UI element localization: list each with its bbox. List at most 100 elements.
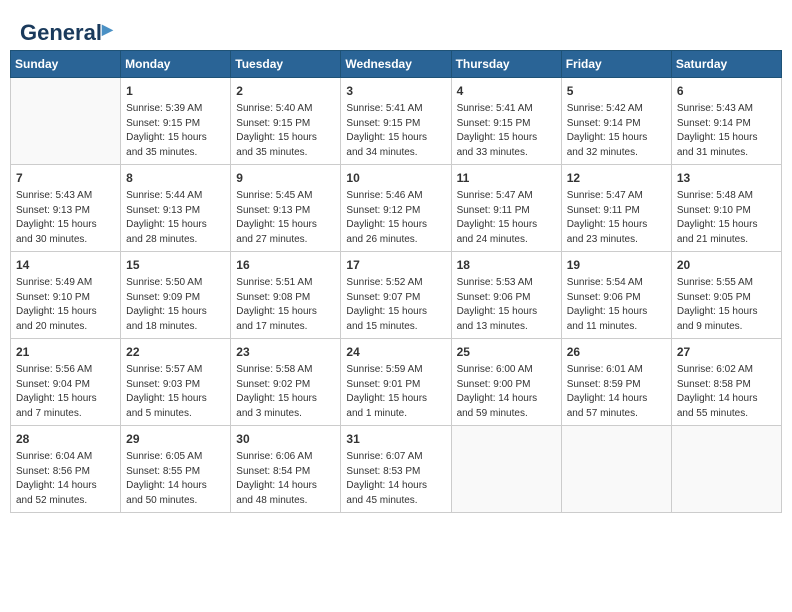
sunrise-text: Sunrise: 5:43 AM	[677, 102, 776, 117]
sunset-text: Sunset: 8:54 PM	[236, 465, 335, 480]
week-row-1: 1Sunrise: 5:39 AMSunset: 9:15 PMDaylight…	[11, 78, 782, 165]
day-number: 14	[16, 256, 115, 274]
sunset-text: Sunset: 8:56 PM	[16, 465, 115, 480]
day-number: 2	[236, 82, 335, 100]
sunset-text: Sunset: 8:58 PM	[677, 378, 776, 393]
header-tuesday: Tuesday	[231, 51, 341, 78]
sunrise-text: Sunrise: 5:42 AM	[567, 102, 666, 117]
sunset-text: Sunset: 9:06 PM	[567, 291, 666, 306]
sunset-text: Sunset: 8:53 PM	[346, 465, 445, 480]
day-number: 13	[677, 169, 776, 187]
daylight-text: Daylight: 14 hours and 55 minutes.	[677, 392, 776, 421]
daylight-text: Daylight: 15 hours and 1 minute.	[346, 392, 445, 421]
sunrise-text: Sunrise: 6:06 AM	[236, 450, 335, 465]
day-info: Sunrise: 5:43 AMSunset: 9:14 PMDaylight:…	[677, 102, 776, 160]
sunrise-text: Sunrise: 6:07 AM	[346, 450, 445, 465]
logo: General▶	[20, 20, 113, 42]
sunset-text: Sunset: 9:15 PM	[457, 117, 556, 132]
days-header-row: SundayMondayTuesdayWednesdayThursdayFrid…	[11, 51, 782, 78]
sunrise-text: Sunrise: 5:52 AM	[346, 276, 445, 291]
day-info: Sunrise: 5:49 AMSunset: 9:10 PMDaylight:…	[16, 276, 115, 334]
header-monday: Monday	[121, 51, 231, 78]
day-info: Sunrise: 6:02 AMSunset: 8:58 PMDaylight:…	[677, 363, 776, 421]
day-cell: 31 Sunrise: 6:07 AMSunset: 8:53 PMDayligh…	[341, 426, 451, 513]
daylight-text: Daylight: 15 hours and 32 minutes.	[567, 131, 666, 160]
sunrise-text: Sunrise: 5:46 AM	[346, 189, 445, 204]
day-info: Sunrise: 5:44 AMSunset: 9:13 PMDaylight:…	[126, 189, 225, 247]
daylight-text: Daylight: 15 hours and 34 minutes.	[346, 131, 445, 160]
day-cell: 7 Sunrise: 5:43 AMSunset: 9:13 PMDaylight…	[11, 165, 121, 252]
daylight-text: Daylight: 15 hours and 5 minutes.	[126, 392, 225, 421]
sunset-text: Sunset: 9:13 PM	[16, 204, 115, 219]
day-number: 5	[567, 82, 666, 100]
sunset-text: Sunset: 9:10 PM	[16, 291, 115, 306]
day-cell: 16 Sunrise: 5:51 AMSunset: 9:08 PMDayligh…	[231, 252, 341, 339]
sunset-text: Sunset: 9:12 PM	[346, 204, 445, 219]
day-number: 17	[346, 256, 445, 274]
day-info: Sunrise: 5:51 AMSunset: 9:08 PMDaylight:…	[236, 276, 335, 334]
day-cell: 29Sunrise: 6:05 AMSunset: 8:55 PMDayligh…	[121, 426, 231, 513]
day-cell	[451, 426, 561, 513]
day-info: Sunrise: 5:55 AMSunset: 9:05 PMDaylight:…	[677, 276, 776, 334]
daylight-text: Daylight: 15 hours and 33 minutes.	[457, 131, 556, 160]
day-number: 10	[346, 169, 445, 187]
day-number: 8	[126, 169, 225, 187]
daylight-text: Daylight: 14 hours and 59 minutes.	[457, 392, 556, 421]
daylight-text: Daylight: 14 hours and 52 minutes.	[16, 479, 115, 508]
day-cell: 5 Sunrise: 5:42 AMSunset: 9:14 PMDaylight…	[561, 78, 671, 165]
page-header: General▶	[10, 10, 782, 50]
day-number: 7	[16, 169, 115, 187]
daylight-text: Daylight: 15 hours and 15 minutes.	[346, 305, 445, 334]
day-number: 24	[346, 343, 445, 361]
day-info: Sunrise: 5:54 AMSunset: 9:06 PMDaylight:…	[567, 276, 666, 334]
day-info: Sunrise: 6:04 AMSunset: 8:56 PMDaylight:…	[16, 450, 115, 508]
day-info: Sunrise: 5:42 AMSunset: 9:14 PMDaylight:…	[567, 102, 666, 160]
sunrise-text: Sunrise: 5:55 AM	[677, 276, 776, 291]
day-number: 28	[16, 430, 115, 448]
day-cell: 23Sunrise: 5:58 AMSunset: 9:02 PMDayligh…	[231, 339, 341, 426]
day-cell: 9Sunrise: 5:45 AMSunset: 9:13 PMDaylight…	[231, 165, 341, 252]
daylight-text: Daylight: 15 hours and 3 minutes.	[236, 392, 335, 421]
day-cell	[561, 426, 671, 513]
daylight-text: Daylight: 15 hours and 27 minutes.	[236, 218, 335, 247]
sunset-text: Sunset: 8:55 PM	[126, 465, 225, 480]
logo-text: General▶	[20, 20, 113, 46]
day-cell: 22Sunrise: 5:57 AMSunset: 9:03 PMDayligh…	[121, 339, 231, 426]
sunrise-text: Sunrise: 5:45 AM	[236, 189, 335, 204]
day-cell: 1Sunrise: 5:39 AMSunset: 9:15 PMDaylight…	[121, 78, 231, 165]
sunset-text: Sunset: 9:10 PM	[677, 204, 776, 219]
day-number: 23	[236, 343, 335, 361]
day-cell: 11Sunrise: 5:47 AMSunset: 9:11 PMDayligh…	[451, 165, 561, 252]
sunrise-text: Sunrise: 5:47 AM	[567, 189, 666, 204]
sunrise-text: Sunrise: 6:00 AM	[457, 363, 556, 378]
day-number: 16	[236, 256, 335, 274]
sunset-text: Sunset: 8:59 PM	[567, 378, 666, 393]
day-cell: 25Sunrise: 6:00 AMSunset: 9:00 PMDayligh…	[451, 339, 561, 426]
day-info: Sunrise: 5:43 AMSunset: 9:13 PMDaylight:…	[16, 189, 115, 247]
day-number: 30	[236, 430, 335, 448]
daylight-text: Daylight: 14 hours and 57 minutes.	[567, 392, 666, 421]
day-info: Sunrise: 5:41 AMSunset: 9:15 PMDaylight:…	[457, 102, 556, 160]
day-info: Sunrise: 5:46 AMSunset: 9:12 PMDaylight:…	[346, 189, 445, 247]
sunset-text: Sunset: 9:08 PM	[236, 291, 335, 306]
sunrise-text: Sunrise: 5:47 AM	[457, 189, 556, 204]
sunset-text: Sunset: 9:03 PM	[126, 378, 225, 393]
sunset-text: Sunset: 9:13 PM	[236, 204, 335, 219]
sunrise-text: Sunrise: 5:41 AM	[457, 102, 556, 117]
sunrise-text: Sunrise: 6:02 AM	[677, 363, 776, 378]
day-info: Sunrise: 5:50 AMSunset: 9:09 PMDaylight:…	[126, 276, 225, 334]
day-number: 31	[346, 430, 445, 448]
sunrise-text: Sunrise: 6:05 AM	[126, 450, 225, 465]
day-info: Sunrise: 5:59 AMSunset: 9:01 PMDaylight:…	[346, 363, 445, 421]
day-info: Sunrise: 6:07 AMSunset: 8:53 PMDaylight:…	[346, 450, 445, 508]
day-info: Sunrise: 5:41 AMSunset: 9:15 PMDaylight:…	[346, 102, 445, 160]
day-number: 27	[677, 343, 776, 361]
sunrise-text: Sunrise: 5:53 AM	[457, 276, 556, 291]
sunrise-text: Sunrise: 5:57 AM	[126, 363, 225, 378]
day-info: Sunrise: 6:00 AMSunset: 9:00 PMDaylight:…	[457, 363, 556, 421]
sunset-text: Sunset: 9:00 PM	[457, 378, 556, 393]
daylight-text: Daylight: 15 hours and 30 minutes.	[16, 218, 115, 247]
day-cell: 13Sunrise: 5:48 AMSunset: 9:10 PMDayligh…	[671, 165, 781, 252]
logo-general: General	[20, 20, 102, 45]
day-cell: 20Sunrise: 5:55 AMSunset: 9:05 PMDayligh…	[671, 252, 781, 339]
